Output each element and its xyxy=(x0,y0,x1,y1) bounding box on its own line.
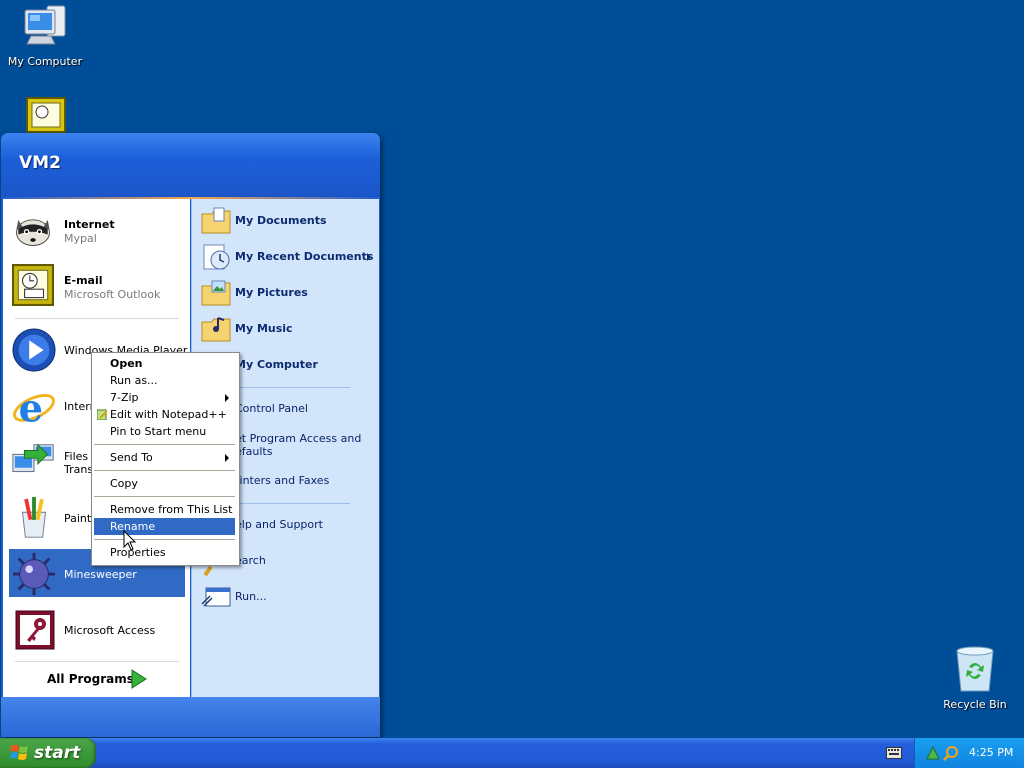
outlook-icon xyxy=(26,97,66,133)
search-magnifier-icon[interactable] xyxy=(943,745,959,761)
notepadpp-icon xyxy=(97,409,108,420)
place-my-music[interactable]: My Music xyxy=(200,313,375,345)
place-label: et Program Access and xyxy=(235,432,362,445)
pinned-subtitle: Microsoft Outlook xyxy=(64,288,161,301)
pinned-subtitle: Mypal xyxy=(64,232,97,245)
separator xyxy=(15,661,179,662)
context-label: Edit with Notepad++ xyxy=(110,408,227,421)
pinned-title: E-mail xyxy=(64,274,103,287)
place-label: My Music xyxy=(235,322,293,335)
place-label: Run... xyxy=(235,590,267,603)
network-icon[interactable] xyxy=(925,745,941,761)
context-item-7zip[interactable]: 7-Zip xyxy=(94,389,235,406)
place-label: My Pictures xyxy=(235,286,308,299)
menu-separator xyxy=(94,444,235,445)
desktop-icon-recycle-bin[interactable]: Recycle Bin xyxy=(930,645,1020,711)
internet-explorer-icon: e xyxy=(13,386,55,429)
context-label: Properties xyxy=(110,546,166,559)
all-programs-button[interactable]: All Programs xyxy=(33,665,163,693)
context-menu: Open Run as... 7-Zip Edit with Notepad++… xyxy=(91,352,240,566)
recent-label: Paint xyxy=(64,512,92,525)
folder-pictures-icon xyxy=(201,280,231,306)
context-item-open[interactable]: Open xyxy=(94,355,235,372)
place-label-line2: efaults xyxy=(235,445,273,458)
context-item-run-as[interactable]: Run as... xyxy=(94,372,235,389)
raccoon-browser-icon xyxy=(16,219,50,246)
pinned-item-internet[interactable]: Internet Mypal xyxy=(9,205,185,253)
submenu-arrow-icon xyxy=(225,394,229,402)
start-button[interactable]: start xyxy=(0,738,96,768)
media-player-icon xyxy=(12,328,56,372)
taskbar-clock[interactable]: 4:25 PM xyxy=(969,746,1013,759)
context-label: Send To xyxy=(110,451,153,464)
context-item-rename[interactable]: Rename xyxy=(94,518,235,535)
place-label: rinters and Faxes xyxy=(235,474,330,487)
context-label: Open xyxy=(110,357,143,370)
svg-text:e: e xyxy=(19,386,43,429)
user-name: VM2 xyxy=(19,153,61,173)
place-label: Control Panel xyxy=(235,402,308,415)
context-label: Remove from This List xyxy=(110,503,233,516)
minesweeper-icon xyxy=(12,552,56,596)
place-label: My Documents xyxy=(235,214,327,227)
start-label: start xyxy=(34,743,81,763)
pinned-item-email[interactable]: E-mail Microsoft Outlook xyxy=(9,261,185,309)
folder-music-icon xyxy=(201,317,231,342)
separator xyxy=(15,318,179,319)
run-icon xyxy=(201,587,231,607)
folder-documents-icon xyxy=(201,207,231,234)
mouse-cursor-icon xyxy=(123,530,137,551)
place-my-recent-documents[interactable]: My Recent Documents xyxy=(200,241,375,273)
transfer-wizard-icon xyxy=(12,443,54,473)
context-label: 7-Zip xyxy=(110,391,139,404)
context-item-copy[interactable]: Copy xyxy=(94,475,235,492)
all-programs-label: All Programs xyxy=(47,672,134,686)
place-my-documents[interactable]: My Documents xyxy=(200,205,375,237)
pinned-title: Internet xyxy=(64,218,115,231)
place-label: elp and Support xyxy=(235,518,323,531)
context-item-notepadpp[interactable]: Edit with Notepad++ xyxy=(94,406,235,423)
system-tray: 4:25 PM xyxy=(914,738,1024,768)
submenu-arrow-icon xyxy=(225,454,229,462)
desktop-icon-label: My Computer xyxy=(7,55,83,68)
desktop-icon-label: Recycle Bin xyxy=(943,698,1007,711)
menu-separator xyxy=(94,539,235,540)
desktop-icon-my-computer[interactable]: My Computer xyxy=(0,4,90,68)
context-item-send-to[interactable]: Send To xyxy=(94,449,235,466)
place-my-pictures[interactable]: My Pictures xyxy=(200,277,375,309)
place-run[interactable]: Run... xyxy=(200,581,375,613)
windows-logo-icon xyxy=(10,745,28,760)
menu-separator xyxy=(94,496,235,497)
place-label: My Computer xyxy=(235,358,318,371)
taskbar: start 4:25 PM xyxy=(0,738,1024,768)
context-item-pin-to-start[interactable]: Pin to Start menu xyxy=(94,423,235,440)
recent-label: Microsoft Access xyxy=(64,624,156,637)
outlook-desktop-icon[interactable] xyxy=(26,97,66,133)
recent-item-microsoft-access[interactable]: Microsoft Access xyxy=(9,605,185,653)
start-menu-footer xyxy=(1,697,380,737)
keyboard-language-icon[interactable] xyxy=(886,747,902,759)
recycle-bin-icon xyxy=(956,646,994,692)
menu-separator xyxy=(94,470,235,471)
paint-icon xyxy=(21,496,47,538)
computer-icon xyxy=(24,5,66,45)
submenu-arrow-icon xyxy=(367,253,371,261)
context-label: Pin to Start menu xyxy=(110,425,207,438)
start-menu-header: VM2 xyxy=(1,133,380,197)
context-label: Run as... xyxy=(110,374,158,387)
recent-label: Minesweeper xyxy=(64,568,137,581)
place-label: My Recent Documents xyxy=(235,250,374,263)
context-label: Copy xyxy=(110,477,138,490)
green-arrow-icon xyxy=(131,669,147,689)
access-icon xyxy=(15,610,55,650)
context-item-remove-from-list[interactable]: Remove from This List xyxy=(94,501,235,518)
recent-documents-icon xyxy=(203,244,230,270)
outlook-icon xyxy=(12,264,54,306)
context-item-properties[interactable]: Properties xyxy=(94,544,235,561)
